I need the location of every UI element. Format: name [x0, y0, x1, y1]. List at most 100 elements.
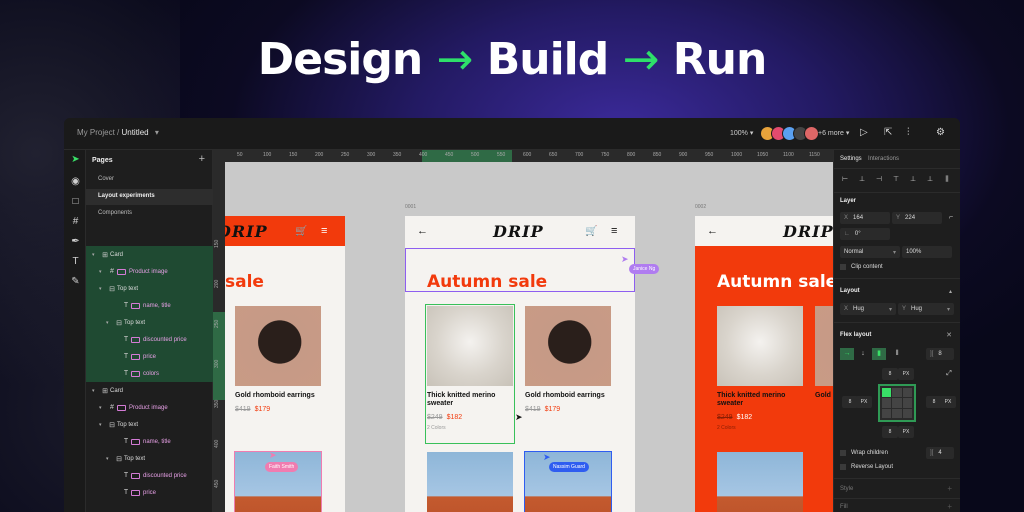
layer-row[interactable]: Tcolors [86, 365, 213, 382]
cart-icon[interactable]: 🛒 [295, 226, 307, 237]
layer-row[interactable]: Tprice [86, 348, 213, 365]
frame-right[interactable]: ← DRIP Autumn sale Thick knitted merino … [695, 216, 833, 512]
width-select[interactable]: X Hug ▾ [840, 303, 896, 315]
align-cell[interactable] [892, 408, 902, 418]
back-arrow-icon[interactable]: ← [417, 225, 428, 237]
add-page-button[interactable]: + [199, 153, 205, 165]
rotation-input[interactable]: ∟ 0° [840, 228, 890, 240]
collaborator-avatars[interactable] [760, 126, 819, 141]
caret-down-icon[interactable]: ▾ [99, 422, 107, 428]
eye-icon[interactable]: ◉ [69, 176, 82, 187]
tab-settings[interactable]: Settings [840, 156, 862, 162]
caret-down-icon[interactable]: ▾ [99, 405, 107, 411]
chevron-down-icon[interactable]: ▾ [155, 128, 159, 137]
align-bottom-icon[interactable]: ⊥ [923, 174, 937, 186]
layer-row[interactable]: Tdiscounted price [86, 467, 213, 484]
caret-down-icon[interactable]: ▾ [99, 269, 107, 275]
layer-row[interactable]: ▾ ⊟ Top text [86, 280, 213, 297]
share-icon[interactable]: ⇱ [884, 127, 892, 138]
play-icon[interactable]: ▷ [860, 127, 868, 138]
align-right-icon[interactable]: ⊣ [872, 174, 886, 186]
layer-row[interactable]: ▾ ⊟ Top text [86, 314, 213, 331]
frame-middle[interactable]: ← DRIP 🛒 ≡ Autumn sale Thick knitted mer… [405, 216, 635, 512]
product-card[interactable]: Thick knitted merino sweater $249 $182 2 … [425, 304, 515, 444]
wrap-gap-input[interactable]: ][4 [926, 447, 954, 459]
product-card[interactable]: Thick knitted merino sweater $249 $182 2 … [717, 306, 803, 431]
layer-row[interactable]: Tname, title [86, 297, 213, 314]
constraints-icon[interactable]: ⌐ [944, 212, 958, 224]
product-card[interactable] [717, 452, 803, 512]
product-card[interactable]: Gold [815, 306, 833, 400]
product-card[interactable] [524, 451, 612, 512]
direction-column-icon[interactable]: ↓ [856, 348, 870, 360]
file-name[interactable]: Untitled [121, 128, 148, 137]
product-card[interactable]: Gold rhomboid earrings $419 $179 [235, 306, 321, 413]
layer-row[interactable]: Tname, title [86, 433, 213, 450]
align-cell[interactable] [892, 388, 902, 398]
product-card[interactable] [427, 452, 513, 512]
page-item-layout-experiments[interactable]: Layout experiments [86, 189, 213, 205]
wrap-children-checkbox[interactable]: Wrap children [840, 450, 888, 456]
opacity-input[interactable]: 100% [902, 246, 952, 258]
collapse-icon[interactable]: ▴ [949, 288, 952, 295]
frame-icon[interactable]: □ [69, 196, 82, 207]
height-select[interactable]: Y Hug ▾ [898, 303, 954, 315]
distribute-columns-icon[interactable]: ⦀ [890, 348, 904, 360]
caret-down-icon[interactable]: ▾ [99, 286, 107, 292]
menu-icon[interactable]: ≡ [321, 225, 327, 237]
blend-mode-select[interactable]: Normal ▾ [840, 246, 900, 258]
layer-row[interactable]: ▾ ⊞ Card [86, 246, 213, 263]
expand-icon[interactable]: ⤢ [942, 368, 956, 380]
add-style-button[interactable]: + [947, 484, 952, 493]
reverse-layout-checkbox[interactable]: Reverse Layout [840, 464, 893, 470]
align-cell[interactable] [882, 388, 892, 398]
layer-row[interactable]: ▾ ⊞ Card [86, 382, 213, 399]
wrap-icon[interactable]: ▮ [872, 348, 886, 360]
align-cell[interactable] [892, 398, 902, 408]
style-section-title[interactable]: Style [840, 486, 853, 492]
layer-row[interactable]: ▾ # Product image [86, 263, 213, 280]
settings-sliders-icon[interactable]: ⫶ [907, 127, 910, 138]
layer-row[interactable]: ▾ ⊟ Top text [86, 416, 213, 433]
project-name[interactable]: My Project [77, 128, 115, 137]
layer-row[interactable]: Tprice [86, 484, 213, 501]
align-cell[interactable] [882, 408, 892, 418]
grid-icon[interactable]: # [69, 216, 82, 227]
avatar[interactable] [804, 126, 819, 141]
padding-top-input[interactable]: 8 [882, 368, 898, 380]
align-cell[interactable] [902, 398, 912, 408]
pointer-icon[interactable]: ➤ [69, 154, 82, 165]
add-fill-button[interactable]: + [947, 502, 952, 511]
more-collaborators[interactable]: +6 more ▾ [818, 129, 849, 137]
layer-row[interactable]: ▾ # Product image [86, 399, 213, 416]
gear-icon[interactable]: ⚙ [936, 127, 945, 138]
page-item-cover[interactable]: Cover [86, 172, 213, 188]
tab-interactions[interactable]: Interactions [868, 156, 899, 162]
x-input[interactable]: X 164 [840, 212, 890, 224]
close-icon[interactable]: ✕ [946, 331, 952, 339]
menu-icon[interactable]: ≡ [611, 225, 617, 237]
alignment-grid[interactable] [878, 384, 916, 422]
layer-row[interactable]: ▾ ⊟ Top text [86, 450, 213, 467]
direction-row-icon[interactable]: → [840, 348, 854, 360]
caret-down-icon[interactable]: ▾ [106, 456, 114, 462]
caret-down-icon[interactable]: ▾ [106, 320, 114, 326]
caret-down-icon[interactable]: ▾ [92, 252, 100, 258]
align-top-icon[interactable]: ⊤ [889, 174, 903, 186]
align-center-v-icon[interactable]: ⊥ [906, 174, 920, 186]
layer-row[interactable]: Tdiscounted price [86, 331, 213, 348]
cart-icon[interactable]: 🛒 [585, 226, 597, 237]
align-center-h-icon[interactable]: ⊥ [855, 174, 869, 186]
distribute-icon[interactable]: ⫼ [940, 174, 954, 186]
text-icon[interactable]: T [69, 256, 82, 267]
caret-down-icon[interactable]: ▾ [92, 388, 100, 394]
y-input[interactable]: Y 224 [892, 212, 942, 224]
align-cell[interactable] [902, 388, 912, 398]
product-card[interactable]: Gold rhomboid earrings $419 $179 [525, 306, 611, 413]
product-card[interactable] [234, 451, 322, 512]
page-item-components[interactable]: Components [86, 206, 213, 222]
zoom-dropdown[interactable]: 100% ▾ [730, 129, 753, 137]
align-cell[interactable] [882, 398, 892, 408]
pen-icon[interactable]: ✒ [69, 236, 82, 247]
align-cell[interactable] [902, 408, 912, 418]
